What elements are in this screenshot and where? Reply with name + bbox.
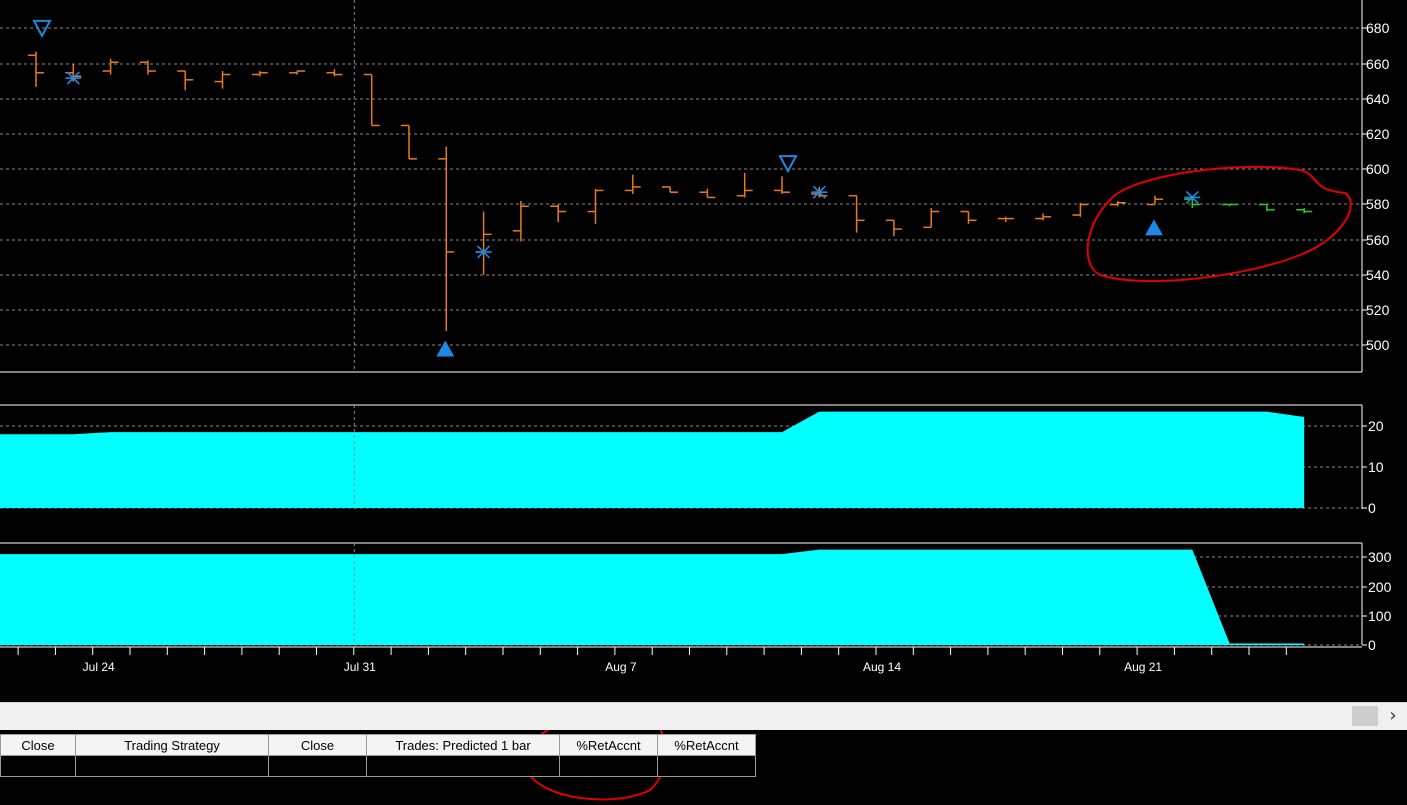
grid-value-trading-strategy [75, 755, 269, 777]
date-label: Aug 7 [605, 660, 637, 674]
date-label: Aug 21 [1124, 660, 1162, 674]
date-label: Aug 14 [863, 660, 901, 674]
date-label: Jul 24 [83, 660, 115, 674]
date-label: Jul 31 [344, 660, 376, 674]
price-tick-label: 500 [1366, 337, 1390, 353]
grid-value-retaccnt: 22.20042 [559, 755, 658, 777]
horizontal-scrollbar[interactable]: › [0, 702, 1407, 730]
price-tick-label: 560 [1366, 232, 1390, 248]
price-tick-label: 540 [1366, 267, 1390, 283]
price-tick-label: 640 [1366, 91, 1390, 107]
grid-header-retaccnt-2[interactable]: %RetAccnt [657, 734, 756, 756]
grid-header-close[interactable]: Close [0, 734, 76, 756]
panel-tick-label: 200 [1368, 579, 1392, 595]
grid-value-close: 5.7338 [0, 755, 76, 777]
price-tick-label: 680 [1366, 20, 1390, 36]
grid-value-row: 5.7338 575.7338 22.20042 0.0 [0, 755, 756, 777]
grid-header-trades-predicted[interactable]: Trades: Predicted 1 bar [366, 734, 560, 756]
grid-header-trading-strategy[interactable]: Trading Strategy [75, 734, 269, 756]
data-grid: Close Trading Strategy Close Trades: Pre… [0, 734, 756, 777]
panel-tick-label: 0 [1368, 637, 1376, 653]
grid-header-row: Close Trading Strategy Close Trades: Pre… [0, 734, 756, 756]
panel-tick-label: 10 [1368, 459, 1384, 475]
grid-value-close-2: 575.7338 [268, 755, 367, 777]
chart-area: 680660640620600580560540520500 20100 300… [0, 0, 1407, 702]
price-tick-label: 620 [1366, 126, 1390, 142]
panel-tick-label: 0 [1368, 500, 1376, 516]
panel-tick-label: 100 [1368, 608, 1392, 624]
indicator-panel-2: 300 200 100 0 [0, 542, 1392, 653]
grid-value-trades-predicted [366, 755, 560, 777]
scrollbar-thumb[interactable] [1352, 706, 1378, 726]
panel-tick-label: 300 [1368, 549, 1392, 565]
price-tick-label: 600 [1366, 161, 1390, 177]
grid-header-retaccnt[interactable]: %RetAccnt [559, 734, 658, 756]
price-tick-label: 520 [1366, 302, 1390, 318]
grid-header-close-2[interactable]: Close [268, 734, 367, 756]
grid-value-retaccnt-2: 0.0 [657, 755, 756, 777]
panel-tick-label: 20 [1368, 418, 1384, 434]
scroll-right-arrow-icon[interactable]: › [1382, 706, 1404, 726]
indicator-area [0, 549, 1305, 645]
price-tick-label: 660 [1366, 56, 1390, 72]
price-tick-label: 580 [1366, 196, 1390, 212]
